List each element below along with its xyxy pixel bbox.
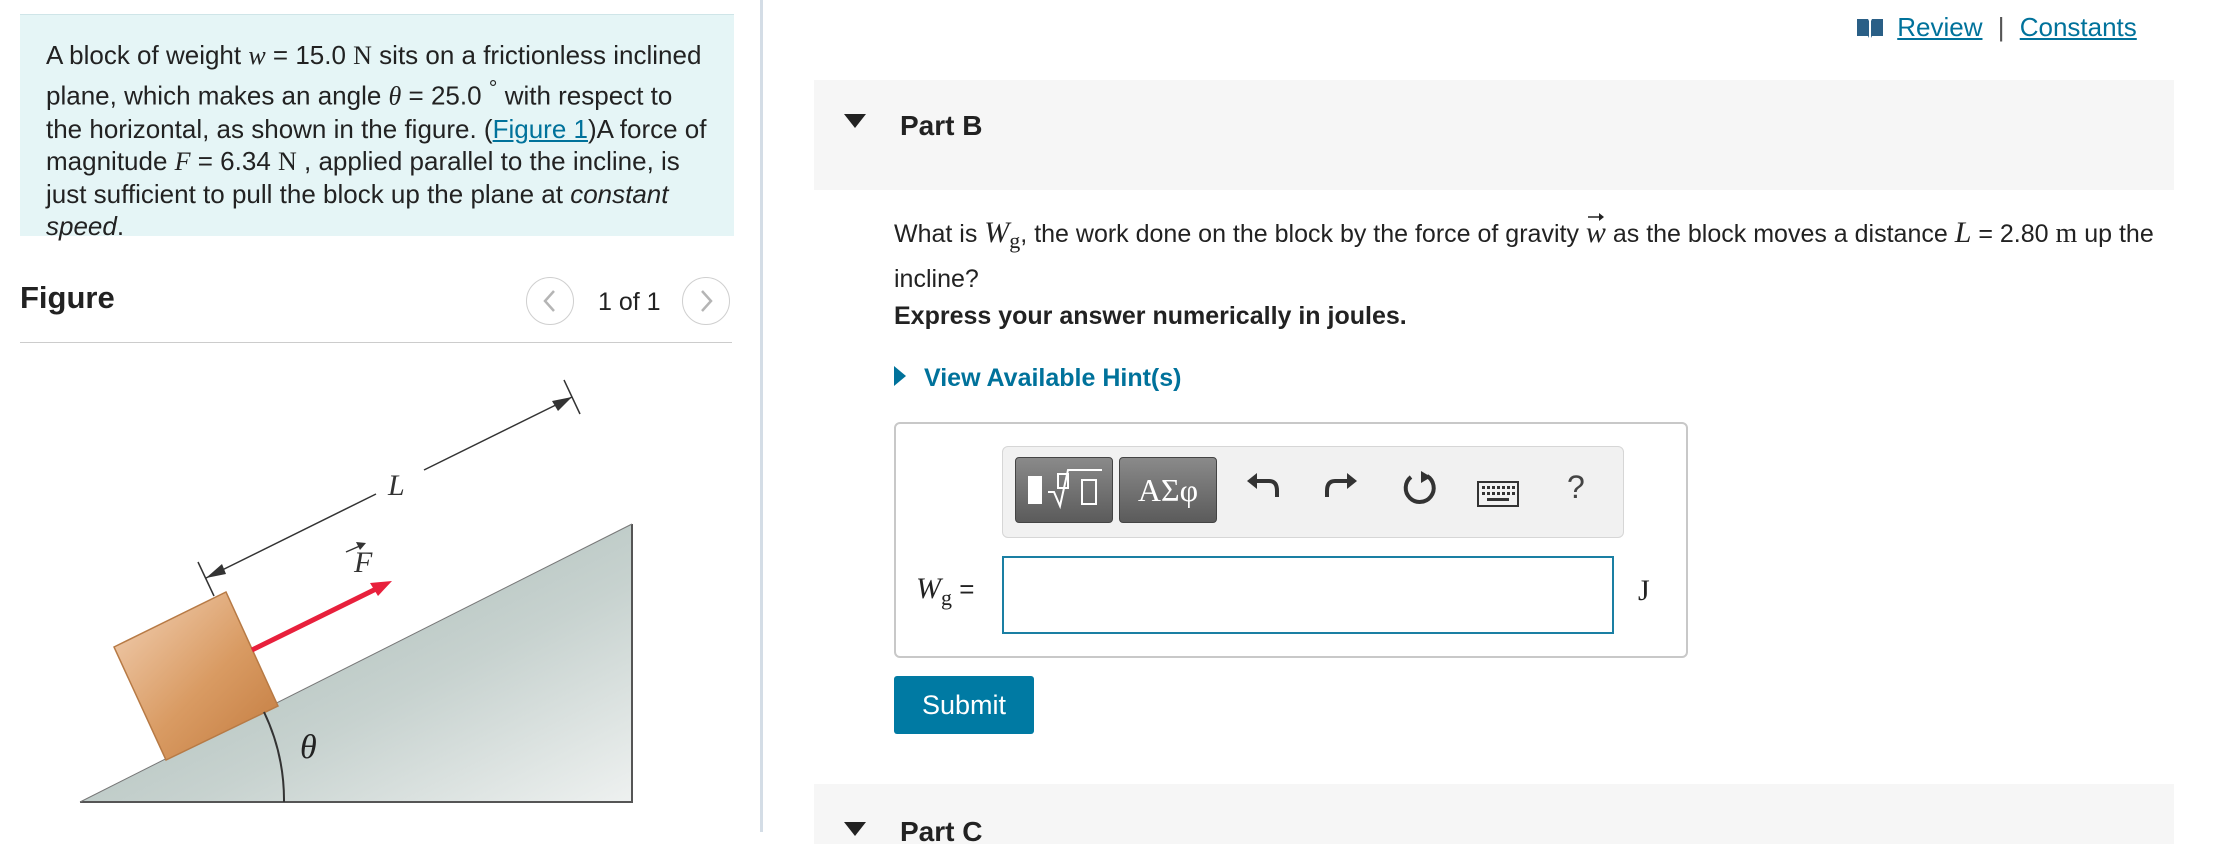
caret-down-icon	[844, 114, 866, 128]
symbols-button[interactable]: ΑΣφ	[1119, 457, 1217, 523]
figure-link[interactable]: Figure 1	[493, 114, 588, 144]
templates-icon	[1028, 469, 1102, 510]
link-separator: |	[1997, 12, 2005, 42]
view-hints-link[interactable]: View Available Hint(s)	[894, 364, 1181, 393]
unit-label: J	[1638, 574, 1650, 607]
redo-icon[interactable]	[1321, 467, 1361, 507]
previous-figure-button[interactable]	[526, 277, 574, 325]
question-text: What is Wg, the work done on the block b…	[894, 213, 2154, 298]
var-F: F	[174, 146, 191, 176]
part-c-title: Part C	[900, 816, 983, 847]
answer-label: Wg =	[916, 572, 975, 610]
force-label: F	[353, 546, 373, 579]
book-icon	[1857, 19, 1883, 38]
reset-icon[interactable]	[1399, 467, 1439, 507]
var-w: w	[248, 41, 266, 70]
undo-icon[interactable]	[1243, 467, 1283, 507]
keyboard-icon[interactable]	[1477, 481, 1519, 507]
figure-header: Figure 1 of 1	[20, 268, 732, 343]
caret-right-icon	[894, 366, 906, 386]
figure-pager: 1 of 1	[598, 288, 661, 316]
math-toolbar: ΑΣφ ?	[1002, 446, 1624, 538]
chevron-right-icon	[701, 290, 713, 312]
length-label: L	[387, 469, 405, 502]
part-b-header[interactable]: Part B	[814, 80, 2174, 190]
force-arrow	[250, 585, 380, 653]
review-link[interactable]: Review	[1897, 12, 1982, 42]
left-pane: A block of weight w = 15.0 N sits on a f…	[0, 0, 760, 832]
caret-down-icon	[844, 822, 866, 836]
templates-button[interactable]	[1015, 457, 1113, 523]
incline-figure: F L θ	[79, 379, 633, 803]
answer-instruction: Express your answer numerically in joule…	[894, 302, 1407, 330]
answer-input[interactable]	[1002, 556, 1614, 634]
vector-arrow-icon	[1587, 213, 1604, 221]
figure-title: Figure	[20, 280, 115, 315]
help-button[interactable]: ?	[1567, 469, 1585, 506]
pane-divider[interactable]	[760, 0, 763, 832]
part-c-header[interactable]: Part C	[814, 784, 2174, 847]
top-links: Review | Constants	[1856, 12, 2137, 43]
constants-link[interactable]: Constants	[2020, 12, 2137, 42]
problem-statement: A block of weight w = 15.0 N sits on a f…	[20, 14, 734, 241]
angle-label: θ	[300, 729, 317, 766]
answer-box: ΑΣφ ? Wg = J	[894, 422, 1688, 658]
next-figure-button[interactable]	[682, 277, 730, 325]
submit-button[interactable]: Submit	[894, 676, 1034, 734]
var-theta: θ	[388, 81, 402, 111]
chevron-left-icon	[543, 290, 555, 312]
part-b-title: Part B	[900, 110, 983, 141]
